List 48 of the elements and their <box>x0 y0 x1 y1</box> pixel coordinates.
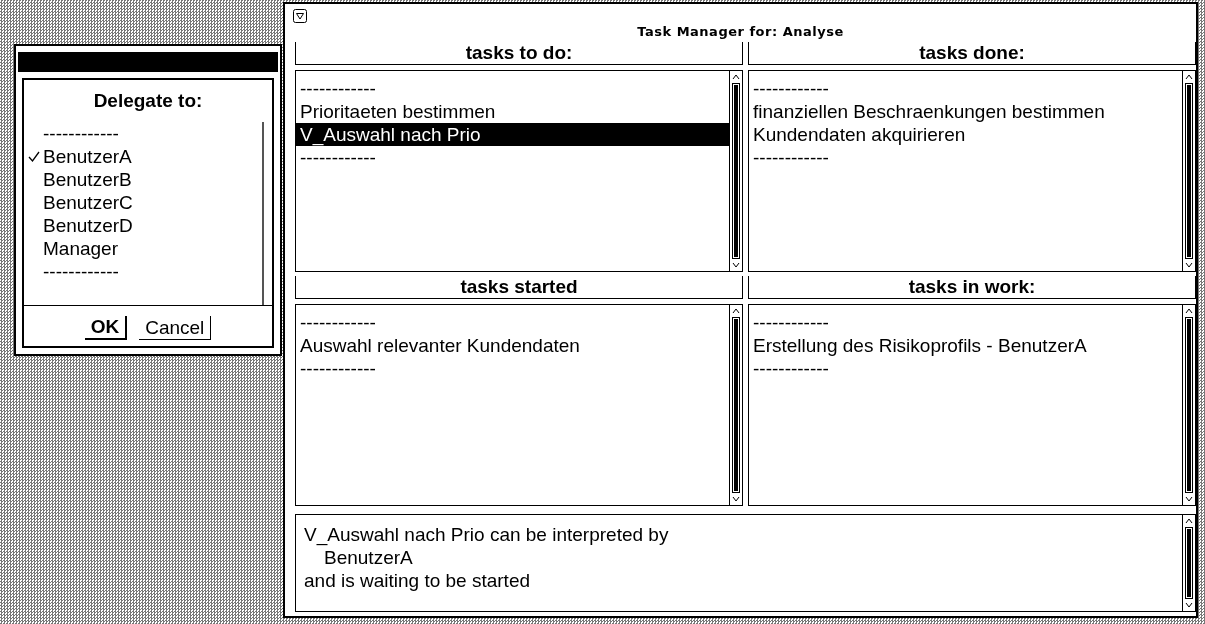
message-line: and is waiting to be started <box>303 569 532 592</box>
task-item[interactable]: Auswahl relevanter Kundendaten <box>296 334 729 357</box>
scroll-down-icon[interactable] <box>732 261 740 269</box>
panel-header: tasks to do: <box>295 42 743 65</box>
scrollbar[interactable] <box>729 71 742 271</box>
scroll-up-icon[interactable] <box>1185 517 1193 525</box>
task-item[interactable]: finanziellen Beschraenkungen bestimmen <box>749 100 1182 123</box>
task-item[interactable]: Kundendaten akquirieren <box>749 123 1182 146</box>
user-option[interactable]: Manager <box>24 237 262 260</box>
ok-button[interactable]: OK <box>84 316 128 340</box>
task-item[interactable]: ------------ <box>749 357 1182 380</box>
message-line: BenutzerA <box>323 546 414 569</box>
user-option[interactable]: ------------ <box>24 122 262 145</box>
scroll-down-icon[interactable] <box>1185 495 1193 503</box>
task-item[interactable]: Erstellung des Risikoprofils - BenutzerA <box>749 334 1182 357</box>
scroll-down-icon[interactable] <box>1185 601 1193 609</box>
panel-header: tasks started <box>295 276 743 299</box>
user-option[interactable]: BenutzerB <box>24 168 262 191</box>
task-item[interactable]: Prioritaeten bestimmen <box>296 100 729 123</box>
panel-header: tasks in work: <box>748 276 1196 299</box>
menu-icon[interactable] <box>293 9 307 23</box>
message-line: V_Auswahl nach Prio can be interpreted by <box>303 523 670 546</box>
user-option[interactable]: BenutzerC <box>24 191 262 214</box>
task-item[interactable]: ------------ <box>749 146 1182 169</box>
panel-header: tasks done: <box>748 42 1196 65</box>
user-option[interactable]: BenutzerD <box>24 214 262 237</box>
dialog-title: Delegate to: <box>92 90 204 112</box>
task-item[interactable]: ------------ <box>296 357 729 380</box>
task-item[interactable]: ------------ <box>749 77 1182 100</box>
task-item[interactable]: V_Auswahl nach Prio <box>296 123 729 146</box>
scroll-down-icon[interactable] <box>1185 261 1193 269</box>
user-option[interactable]: BenutzerA <box>24 145 262 168</box>
scroll-up-icon[interactable] <box>1185 73 1193 81</box>
task-item[interactable]: ------------ <box>749 311 1182 334</box>
task-item[interactable]: ------------ <box>296 77 729 100</box>
scroll-up-icon[interactable] <box>1185 307 1193 315</box>
user-option[interactable]: ------------ <box>24 260 262 283</box>
scroll-down-icon[interactable] <box>732 495 740 503</box>
cancel-button[interactable]: Cancel <box>139 316 212 340</box>
scrollbar[interactable] <box>1182 515 1195 611</box>
window-title: Task Manager for: Analyse <box>637 24 844 39</box>
task-item[interactable]: ------------ <box>296 311 729 334</box>
scroll-up-icon[interactable] <box>732 73 740 81</box>
scrollbar[interactable] <box>1182 71 1195 271</box>
scrollbar[interactable] <box>1182 305 1195 505</box>
task-item[interactable]: ------------ <box>296 146 729 169</box>
scroll-up-icon[interactable] <box>732 307 740 315</box>
scrollbar[interactable] <box>729 305 742 505</box>
